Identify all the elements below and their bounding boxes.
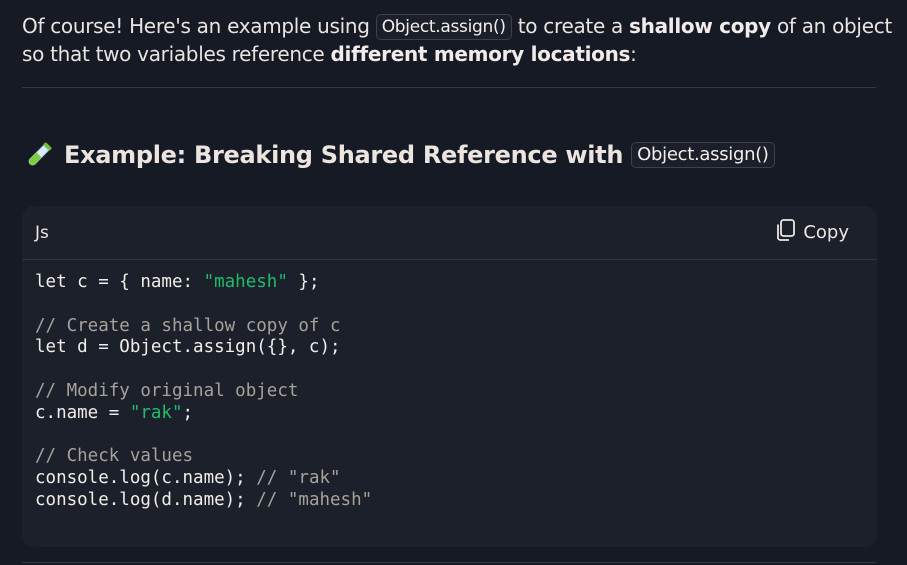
code-line: console.log(c.name); // "rak" [35,468,864,490]
comment-token: // Create a shallow copy of c [35,315,341,336]
code-token: let d = Object.assign({}, c); [35,337,341,358]
code-token: }; [287,272,320,292]
code-line: // Create a shallow copy of c [35,316,864,338]
inline-code-object-assign: Object.assign() [375,14,512,40]
code-language-label: Js [35,222,49,243]
code-token: console.log(c.name); [35,468,257,489]
intro-text: Of course! Here's an example using [22,14,376,38]
heading-text: Example: Breaking Shared Reference with [64,141,624,169]
intro-text: : [630,42,637,66]
code-line: console.log(d.name); // "mahesh" [35,490,864,512]
code-block-header: Js Copy [22,206,877,260]
code-token: let c = { name: [35,272,204,292]
code-line: let c = { name: "mahesh" }; [35,272,864,294]
bold-different-memory: different memory locations [330,42,631,66]
code-block: Js Copy let c = { name: "mahesh" }; // Cr… [22,206,877,547]
code-line: // Modify original object [35,381,864,403]
comment-token: // "rak" [256,468,341,489]
comment-token: // Modify original object [35,380,299,401]
code-token: console.log(d.name); [35,489,257,510]
test-tube-icon [24,140,54,170]
divider [22,562,876,563]
code-line: c.name = "rak"; [35,403,864,425]
intro-text: to create a [511,14,630,38]
code-token: ; [182,402,194,423]
copy-label: Copy [803,222,849,243]
heading-inline-code: Object.assign() [631,142,775,168]
bold-shallow-copy: shallow copy [629,14,771,38]
comment-token: // Check values [35,446,194,467]
intro-paragraph: Of course! Here's an example using Objec… [22,12,892,68]
code-content: let c = { name: "mahesh" }; // Create a s… [22,260,877,524]
string-token: "rak" [129,402,183,423]
string-token: "mahesh" [203,272,288,292]
copy-icon [773,218,797,247]
copy-button[interactable]: Copy [773,218,849,247]
code-token: c.name = [35,402,130,423]
section-heading: Example: Breaking Shared Reference with … [24,138,775,172]
code-line: // Check values [35,446,864,468]
divider [22,87,876,88]
comment-token: // "mahesh" [256,489,373,510]
code-line: let d = Object.assign({}, c); [35,337,864,359]
